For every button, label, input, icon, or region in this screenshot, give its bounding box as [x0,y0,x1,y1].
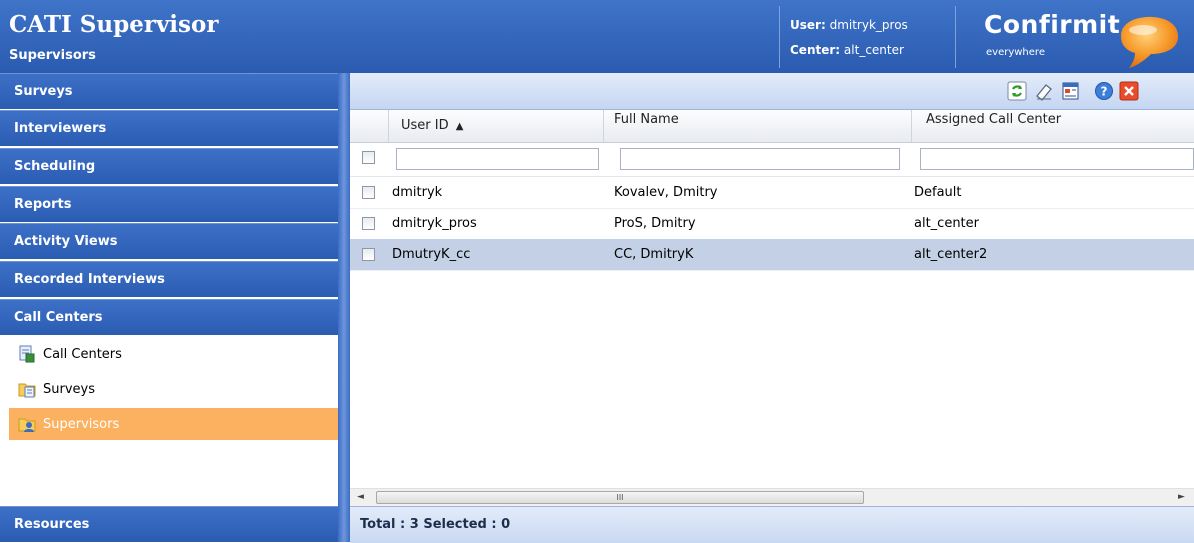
center-line: Center: alt_center [790,43,904,57]
cell-call-center: Default [914,185,962,200]
sidebar-item-supervisors[interactable]: Supervisors [9,408,338,440]
surveys-folder-icon [18,383,36,398]
user-label: User: [790,18,826,32]
user-id-filter-input[interactable] [396,148,599,170]
properties-icon[interactable] [1061,81,1081,101]
sort-ascending-icon: ▲ [455,121,464,132]
center-label: Center: [790,43,841,57]
column-label: User ID [401,118,449,133]
sidebar-item-label: Call Centers [43,346,122,362]
column-header-full-name[interactable]: Full Name [604,110,912,142]
call-centers-icon [19,345,35,363]
table-row[interactable]: DmutryK_cc CC, DmitryK alt_center2 [350,239,1194,271]
brand-tagline: everywhere [986,47,1045,58]
scroll-grip-icon: III [616,493,624,502]
filter-row [350,143,1194,177]
center-value: alt_center [843,43,904,57]
nav-call-centers[interactable]: Call Centers [0,299,338,335]
cell-full-name: ProS, Dmitry [614,216,696,231]
refresh-icon[interactable] [1007,81,1027,101]
sidebar: Surveys Interviewers Scheduling Reports … [0,73,338,542]
page-subtitle: Supervisors [9,48,96,63]
scrollbar-thumb[interactable]: III [376,491,864,504]
nav-activity-views[interactable]: Activity Views [0,223,338,259]
brand-logo-text: Confirmit. [984,10,1131,39]
main-panel: ? User ID ▲ Full Name Assigned Call Cent… [350,73,1194,543]
cell-call-center: alt_center2 [914,247,988,262]
nav-recorded-interviews[interactable]: Recorded Interviews [0,261,338,297]
user-line: User: dmitryk_pros [790,18,908,32]
row-checkbox[interactable] [362,186,375,199]
help-icon[interactable]: ? [1094,81,1114,101]
confirmit-bubble-icon [1121,16,1179,68]
select-all-header [350,110,389,142]
cell-call-center: alt_center [914,216,979,231]
app-title: CATI Supervisor [9,11,219,38]
scroll-right-arrow-icon[interactable]: ► [1178,492,1185,502]
sidebar-item-label: Supervisors [43,416,120,432]
horizontal-scrollbar[interactable]: ◄ III ► [350,488,1194,506]
table-row[interactable]: dmitryk Kovalev, Dmitry Default [350,177,1194,209]
cell-user-id: dmitryk_pros [392,216,477,231]
user-value: dmitryk_pros [829,18,908,32]
cell-full-name: Kovalev, Dmitry [614,185,718,200]
eraser-icon[interactable] [1034,81,1054,101]
nav-scheduling[interactable]: Scheduling [0,148,338,184]
sidebar-item-label: Surveys [43,381,95,397]
status-text: Total : 3 Selected : 0 [360,517,511,532]
row-checkbox[interactable] [362,217,375,230]
status-bar: Total : 3 Selected : 0 [350,506,1194,543]
cell-full-name: CC, DmitryK [614,247,694,262]
sidebar-splitter[interactable] [338,73,350,542]
table-row[interactable]: dmitryk_pros ProS, Dmitry alt_center [350,208,1194,240]
cell-user-id: DmutryK_cc [392,247,471,262]
user-info-box: User: dmitryk_pros Center: alt_center [779,6,956,68]
cell-user-id: dmitryk [392,185,443,200]
scroll-left-arrow-icon[interactable]: ◄ [357,492,364,502]
select-all-checkbox[interactable] [362,151,375,164]
column-header-user-id[interactable]: User ID ▲ [389,110,604,142]
nav-resources[interactable]: Resources [0,506,338,542]
svg-text:?: ? [1101,85,1108,99]
sidebar-item-call-centers[interactable]: Call Centers [9,338,338,370]
full-name-filter-input[interactable] [620,148,900,170]
grid-header-row: User ID ▲ Full Name Assigned Call Center [350,110,1194,143]
call-center-filter-input[interactable] [920,148,1194,170]
row-checkbox[interactable] [362,248,375,261]
nav-interviewers[interactable]: Interviewers [0,110,338,146]
grid-toolbar: ? [350,73,1194,110]
nav-surveys[interactable]: Surveys [0,73,338,109]
supervisors-folder-icon [18,418,36,432]
app-header: CATI Supervisor Supervisors User: dmitry… [0,0,1194,73]
sidebar-item-surveys[interactable]: Surveys [9,373,338,405]
close-icon[interactable] [1119,81,1139,101]
column-header-assigned-call-center[interactable]: Assigned Call Center [912,110,1194,142]
nav-reports[interactable]: Reports [0,186,338,222]
